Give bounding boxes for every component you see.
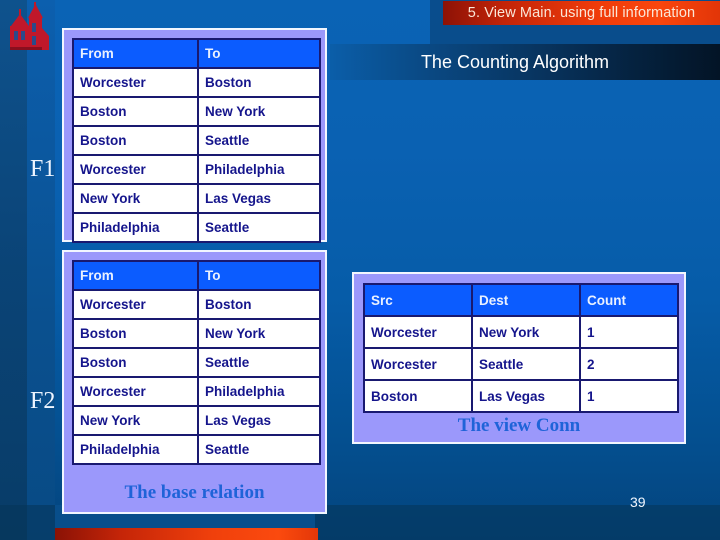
cell-to: Philadelphia xyxy=(197,376,321,407)
cell-from: Philadelphia xyxy=(72,212,199,243)
panel-f2-relation: From To Worcester Boston Boston New York… xyxy=(62,250,327,514)
cell-dest: New York xyxy=(471,315,581,349)
cell-from: Worcester xyxy=(72,289,199,320)
relation-label-f2: F2 xyxy=(30,388,56,414)
table-row: Boston Las Vegas 1 xyxy=(363,379,679,413)
slide-canvas: 5. View Main. using full information The… xyxy=(0,0,720,540)
cell-src: Worcester xyxy=(363,347,473,381)
cell-src: Worcester xyxy=(363,315,473,349)
cell-to: Seattle xyxy=(197,125,321,156)
page-title: The Counting Algorithm xyxy=(420,52,610,72)
cell-to: New York xyxy=(197,318,321,349)
table-row: Worcester New York 1 xyxy=(363,315,679,349)
cell-from: New York xyxy=(72,405,199,436)
background-band-left-mid xyxy=(27,0,55,540)
table-row: Worcester Seattle 2 xyxy=(363,347,679,381)
table-row: Philadelphia Seattle xyxy=(72,434,321,465)
table-view-conn: Src Dest Count Worcester New York 1 Worc… xyxy=(363,283,679,413)
table-row: New York Las Vegas xyxy=(72,183,321,214)
cell-from: Worcester xyxy=(72,154,199,185)
cell-to: Seattle xyxy=(197,212,321,243)
table-row: Boston New York xyxy=(72,96,321,127)
caption-base-relation: The base relation xyxy=(124,482,265,503)
table-header-row: From To xyxy=(72,260,321,291)
cell-to: New York xyxy=(197,96,321,127)
university-tower-logo-icon xyxy=(2,2,54,54)
table-header-row: From To xyxy=(72,38,321,69)
table-row: Boston Seattle xyxy=(72,347,321,378)
panel-f1-relation: From To Worcester Boston Boston New York… xyxy=(62,28,327,243)
page-number: 39 xyxy=(630,494,646,510)
cell-from: Boston xyxy=(72,125,199,156)
cell-from: Worcester xyxy=(72,67,199,98)
table-f1: From To Worcester Boston Boston New York… xyxy=(72,38,321,243)
cell-src: Boston xyxy=(363,379,473,413)
cell-count: 2 xyxy=(579,347,679,381)
cell-dest: Las Vegas xyxy=(471,379,581,413)
column-header-from: From xyxy=(72,38,199,69)
cell-to: Las Vegas xyxy=(197,183,321,214)
cell-to: Philadelphia xyxy=(197,154,321,185)
bottom-accent-bar xyxy=(55,528,318,540)
column-header-to: To xyxy=(197,38,321,69)
table-row: Boston Seattle xyxy=(72,125,321,156)
cell-to: Las Vegas xyxy=(197,405,321,436)
cell-to: Seattle xyxy=(197,347,321,378)
table-row: Boston New York xyxy=(72,318,321,349)
cell-count: 1 xyxy=(579,379,679,413)
cell-from: Boston xyxy=(72,318,199,349)
cell-from: Boston xyxy=(72,96,199,127)
table-row: Worcester Boston xyxy=(72,67,321,98)
column-header-src: Src xyxy=(363,283,473,317)
relation-label-f1: F1 xyxy=(30,156,56,182)
table-row: Worcester Philadelphia xyxy=(72,154,321,185)
column-header-to: To xyxy=(197,260,321,291)
table-row: Philadelphia Seattle xyxy=(72,212,321,243)
table-header-row: Src Dest Count xyxy=(363,283,679,317)
table-row: New York Las Vegas xyxy=(72,405,321,436)
cell-from: Philadelphia xyxy=(72,434,199,465)
cell-from: New York xyxy=(72,183,199,214)
cell-count: 1 xyxy=(579,315,679,349)
cell-dest: Seattle xyxy=(471,347,581,381)
column-header-from: From xyxy=(72,260,199,291)
table-row: Worcester Philadelphia xyxy=(72,376,321,407)
table-row: Worcester Boston xyxy=(72,289,321,320)
title-bar: The Counting Algorithm xyxy=(330,44,720,80)
background-band-left-dark xyxy=(0,0,27,540)
column-header-count: Count xyxy=(579,283,679,317)
table-f2: From To Worcester Boston Boston New York… xyxy=(72,260,321,465)
cell-from: Boston xyxy=(72,347,199,378)
panel-view-conn: Src Dest Count Worcester New York 1 Worc… xyxy=(352,272,686,444)
cell-to: Seattle xyxy=(197,434,321,465)
column-header-dest: Dest xyxy=(471,283,581,317)
caption-view-conn: The view Conn xyxy=(457,415,581,436)
cell-to: Boston xyxy=(197,289,321,320)
header-banner: 5. View Main. using full information xyxy=(443,1,720,25)
cell-to: Boston xyxy=(197,67,321,98)
cell-from: Worcester xyxy=(72,376,199,407)
